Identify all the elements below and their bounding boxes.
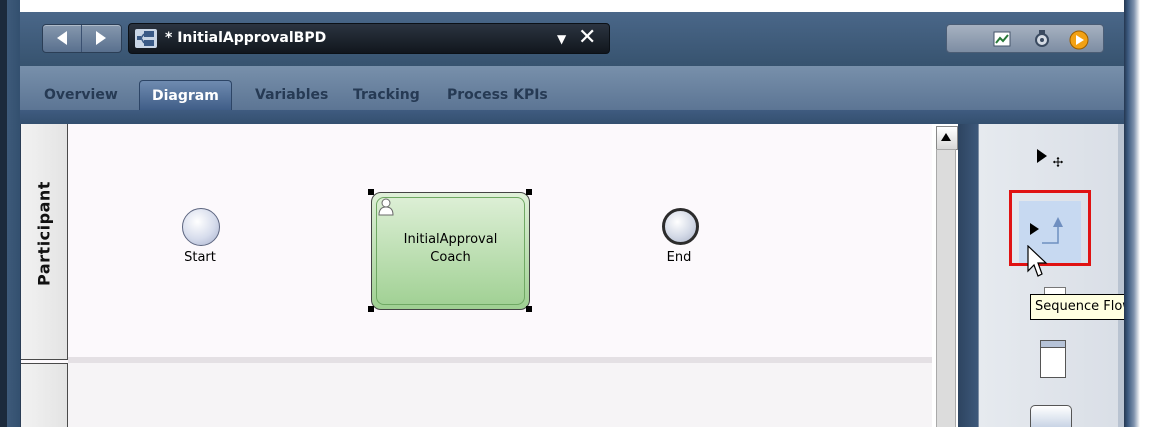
window-left-border (0, 0, 20, 427)
lane-icon-header (1041, 341, 1065, 348)
process-tools (946, 24, 1104, 53)
resize-handle[interactable] (368, 189, 374, 195)
process-diagram-icon (135, 29, 157, 48)
coach-activity[interactable]: InitialApproval Coach (371, 192, 530, 310)
start-event-label: Start (184, 250, 216, 265)
process-selector[interactable]: * InitialApprovalBPD ▼ ✕ (128, 23, 610, 54)
highlight-box (1009, 190, 1091, 266)
swimlane-header-2[interactable] (21, 363, 68, 427)
tab-tracking[interactable]: Tracking (353, 80, 420, 110)
lane-icon[interactable] (1040, 340, 1066, 378)
performance-chart-icon[interactable] (993, 30, 1011, 48)
forward-button[interactable] (82, 25, 120, 52)
selection-tool-icon[interactable] (1034, 146, 1066, 170)
user-icon (378, 198, 394, 216)
resize-handle[interactable] (368, 306, 374, 312)
process-designer-window: * InitialApprovalBPD ▼ ✕ Overview Diagra… (0, 0, 1162, 427)
tooltip: Sequence Flow (1030, 294, 1138, 320)
start-event[interactable] (182, 208, 220, 246)
scroll-up-button[interactable] (936, 126, 958, 150)
window-right-border (1124, 0, 1162, 427)
activity-icon[interactable] (1030, 405, 1072, 427)
end-event-label: End (666, 250, 692, 265)
resize-handle[interactable] (526, 306, 532, 312)
vertical-scrollbar[interactable] (932, 124, 958, 427)
mouse-pointer-icon (1027, 245, 1048, 277)
tab-diagram[interactable]: Diagram (139, 80, 232, 111)
end-event[interactable] (662, 208, 699, 245)
coach-activity-label: InitialApproval Coach (403, 232, 498, 265)
swimlane-2[interactable] (68, 363, 953, 427)
palette-separator (958, 124, 978, 427)
tab-variables[interactable]: Variables (255, 80, 328, 110)
editor-header: * InitialApprovalBPD ▼ ✕ (20, 12, 1124, 66)
tab-process-kpis[interactable]: Process KPIs (447, 80, 548, 110)
scroll-up-arrow-icon (941, 133, 951, 141)
back-arrow-icon (57, 31, 67, 45)
tab-overview[interactable]: Overview (44, 80, 118, 110)
swimlane-header[interactable]: Participant (21, 124, 68, 360)
back-button[interactable] (43, 25, 82, 52)
process-title: * InitialApprovalBPD (165, 30, 327, 46)
forward-arrow-icon (96, 31, 106, 45)
editor-tabs: Overview Diagram Variables Tracking Proc… (20, 66, 1124, 111)
scrollbar-track[interactable] (936, 149, 956, 427)
play-icon[interactable] (1069, 30, 1089, 50)
diagram-canvas[interactable]: Participant Start InitialApproval Coach E… (20, 124, 953, 427)
tab-content-border (20, 110, 1124, 124)
resize-handle[interactable] (526, 189, 532, 195)
close-icon[interactable]: ✕ (578, 26, 596, 50)
chevron-down-icon[interactable]: ▼ (557, 33, 566, 45)
debug-settings-icon[interactable] (1033, 30, 1051, 48)
history-navigation (42, 24, 122, 53)
swimlane-label: Participant (34, 181, 54, 286)
